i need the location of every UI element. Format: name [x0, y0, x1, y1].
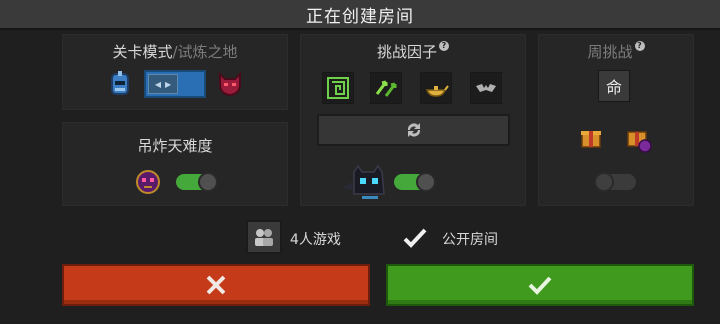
weekly-challenge-title: 周挑战?: [539, 41, 693, 62]
level-mode-title: 关卡模式/试炼之地: [63, 41, 287, 62]
players-count-label: 4人游戏: [290, 232, 341, 248]
factor-slot-2[interactable]: [370, 72, 402, 104]
toggle-knob[interactable]: [198, 172, 218, 192]
hard-mode-panel: 吊炸天难度: [62, 122, 288, 206]
green-maze-icon: [327, 77, 349, 99]
checkmark-icon: [403, 228, 427, 248]
weekly-challenge-toggle[interactable]: [594, 172, 636, 192]
title-bar: 正在创建房间: [0, 0, 720, 30]
mode-switch-knob[interactable]: ◀ ▶: [148, 74, 178, 94]
challenge-factors-title: 挑战因子?: [301, 41, 525, 62]
cancel-button[interactable]: [62, 264, 370, 306]
green-arrows-icon: [375, 80, 397, 97]
dialog-title: 正在创建房间: [306, 6, 414, 27]
hard-mode-title: 吊炸天难度: [137, 137, 213, 155]
demon-skull-icon: [134, 168, 162, 196]
factor-slot-1[interactable]: [322, 72, 354, 104]
toggle-knob[interactable]: [416, 172, 436, 192]
weekly-challenge-label: 周挑战: [587, 43, 633, 61]
factor-slot-3[interactable]: [420, 72, 452, 104]
refresh-icon: [407, 123, 420, 137]
arrow-left-icon: ◀: [154, 79, 161, 89]
weekly-badge-char: 命: [605, 78, 622, 97]
hard-mode-toggle[interactable]: [176, 172, 218, 192]
confirm-button[interactable]: [386, 264, 694, 306]
players-count-button[interactable]: [246, 220, 282, 254]
players-icon: [255, 229, 273, 246]
gift-box-icon: [578, 124, 604, 150]
challenge-factors-label: 挑战因子: [376, 43, 437, 61]
gift-box-purple-icon: [624, 124, 654, 154]
checkmark-icon: [528, 276, 552, 295]
knight-helmet-icon: [106, 70, 134, 98]
black-cat-icon: [340, 164, 392, 200]
pet-toggle[interactable]: [394, 172, 436, 192]
weekly-badge[interactable]: 命: [598, 70, 630, 102]
public-room-checkbox[interactable]: [402, 226, 428, 250]
public-room-label: 公开房间: [442, 232, 498, 248]
demon-mask-icon: [216, 70, 244, 98]
toggle-knob[interactable]: [594, 172, 614, 192]
bat-icon: [476, 84, 496, 92]
arrow-right-icon: ▶: [165, 79, 172, 89]
magic-lamp-icon: [425, 85, 449, 97]
level-mode-switch[interactable]: ◀ ▶: [144, 70, 206, 98]
level-mode-label: 关卡模式: [112, 43, 173, 61]
refresh-factors-button[interactable]: [317, 114, 510, 146]
help-icon[interactable]: ?: [634, 41, 645, 51]
trial-mode-label: 试炼之地: [177, 43, 238, 61]
factor-slot-4[interactable]: [470, 72, 502, 104]
close-icon: [206, 275, 226, 295]
help-icon[interactable]: ?: [439, 41, 449, 51]
